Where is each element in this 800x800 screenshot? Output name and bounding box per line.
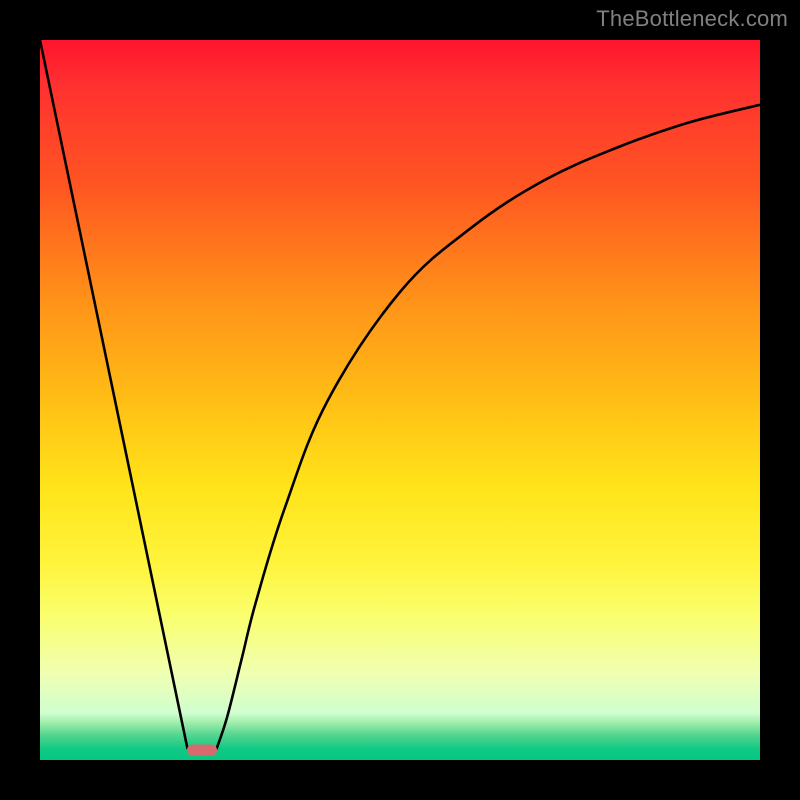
curve-layer: [40, 40, 760, 760]
credit-label: TheBottleneck.com: [596, 6, 788, 32]
curve-left-descent: [40, 40, 188, 749]
plot-area: [40, 40, 760, 760]
curve-right-rise: [216, 105, 760, 749]
minimum-pill-marker: [187, 744, 217, 755]
chart-frame: TheBottleneck.com: [0, 0, 800, 800]
